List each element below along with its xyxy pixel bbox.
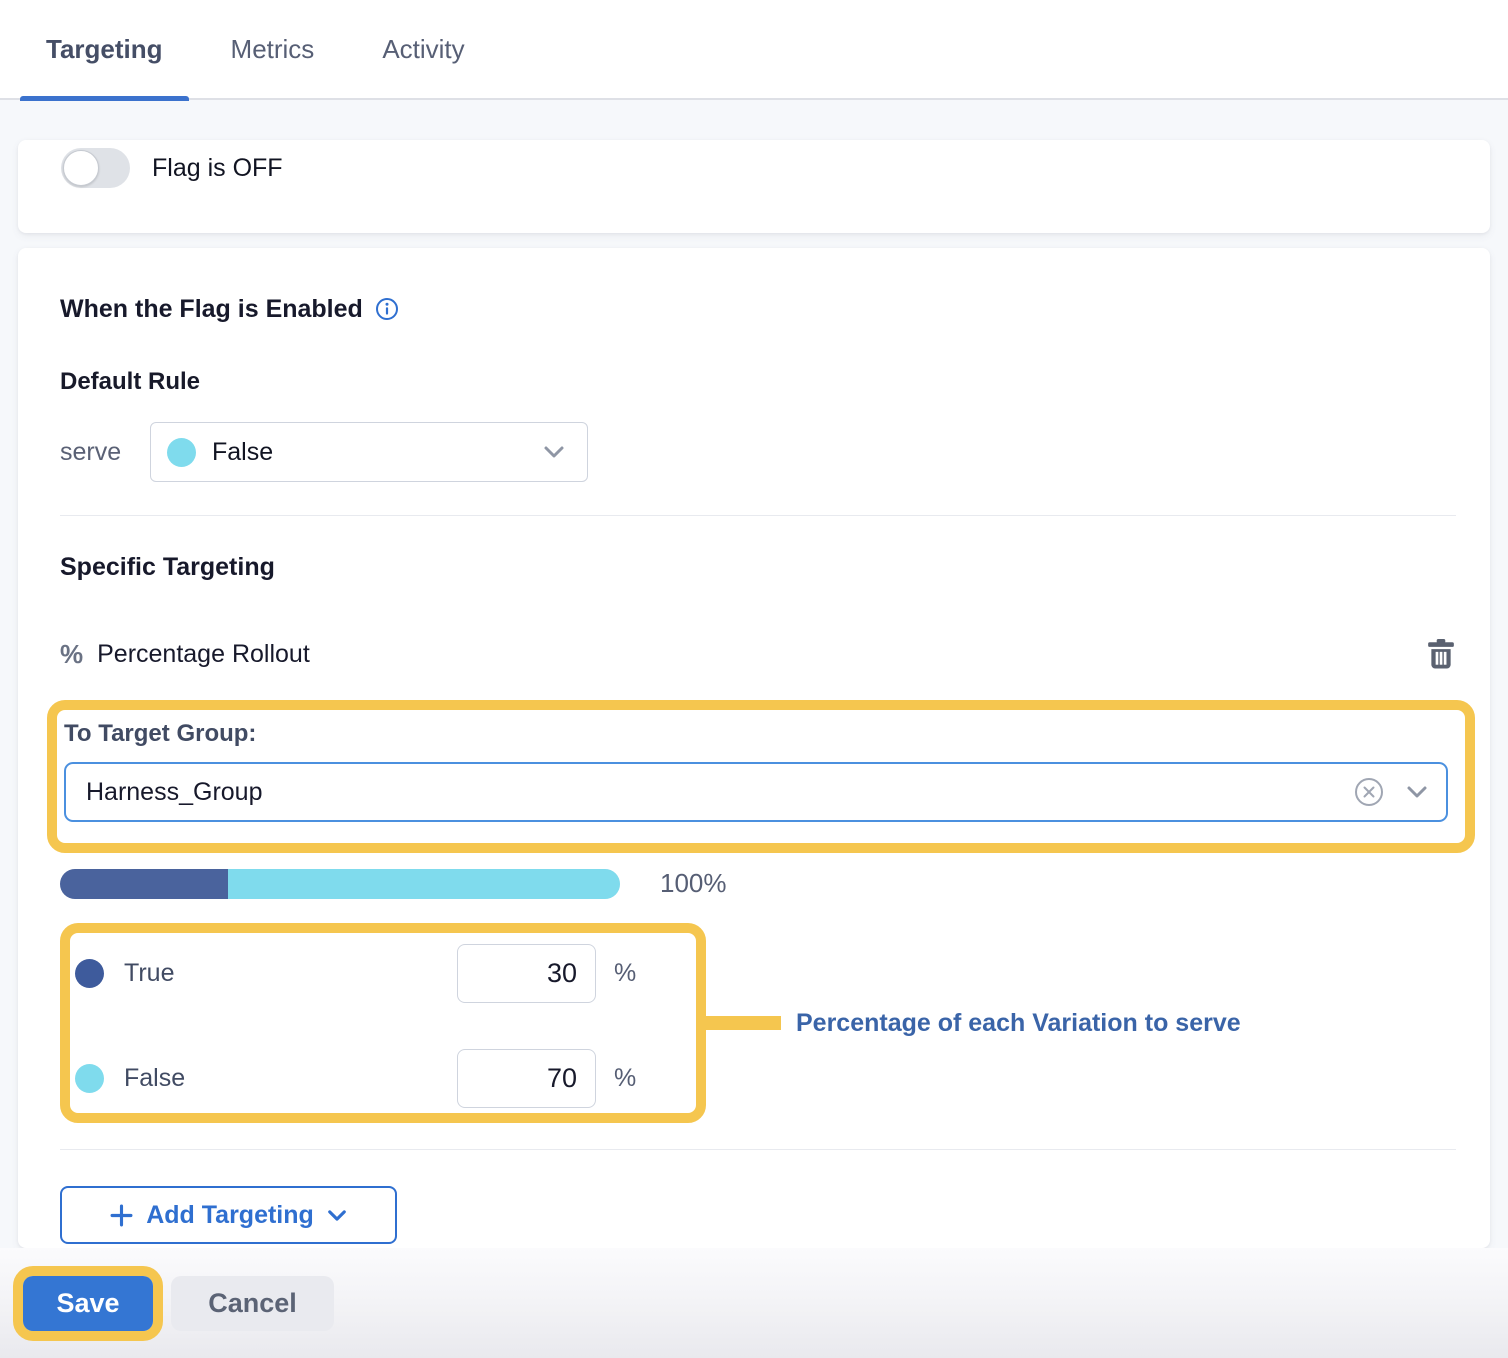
action-footer: Save Cancel — [0, 1248, 1508, 1358]
percentage-rollout-title: Percentage Rollout — [97, 640, 310, 669]
flag-toggle-row: Flag is OFF — [61, 148, 283, 188]
delete-rollout-button[interactable] — [1428, 639, 1454, 669]
tab-metrics[interactable]: Metrics — [205, 0, 341, 99]
percent-icon: % — [60, 639, 83, 670]
page-body: Flag is OFF When the Flag is Enabled Def… — [0, 100, 1508, 1248]
enabled-section-title: When the Flag is Enabled — [60, 295, 363, 324]
chevron-down-icon — [543, 445, 565, 459]
tab-activity-label: Activity — [382, 34, 464, 65]
save-button[interactable]: Save — [23, 1276, 153, 1331]
variation-weight-input-false[interactable] — [457, 1049, 596, 1108]
divider — [60, 515, 1456, 516]
trash-icon — [1428, 639, 1454, 669]
weight-distribution-bar — [60, 869, 620, 899]
target-group-input[interactable] — [86, 778, 1354, 807]
variation-row-true: True % — [75, 943, 638, 1003]
variation-row-false: False % — [75, 1048, 638, 1108]
percent-unit-label: % — [614, 959, 638, 988]
bar-segment-true — [60, 869, 228, 899]
add-targeting-label: Add Targeting — [146, 1201, 314, 1230]
serve-label: serve — [60, 438, 150, 467]
info-icon[interactable] — [375, 297, 399, 321]
variation-weight-input-true[interactable] — [457, 944, 596, 1003]
clear-selection-button[interactable] — [1354, 777, 1384, 807]
default-rule-serve-row: serve False — [60, 422, 1456, 482]
total-percentage-label: 100% — [660, 868, 727, 899]
target-group-label: To Target Group: — [64, 720, 1448, 748]
add-targeting-button[interactable]: Add Targeting — [60, 1186, 397, 1244]
plus-icon — [110, 1204, 133, 1227]
target-group-highlight-box: To Target Group: — [47, 700, 1475, 853]
chevron-down-icon — [327, 1209, 347, 1222]
clear-circle-x-icon — [1354, 777, 1384, 807]
cancel-button[interactable]: Cancel — [171, 1276, 334, 1331]
specific-targeting-heading: Specific Targeting — [60, 553, 1456, 582]
tab-activity[interactable]: Activity — [356, 0, 490, 99]
flag-state-card: Flag is OFF — [18, 140, 1490, 233]
variation-color-dot — [167, 438, 196, 467]
variations-highlight-box: True % False % — [60, 923, 706, 1123]
targeting-rules-card: When the Flag is Enabled Default Rule se… — [18, 248, 1490, 1248]
variation-name: False — [124, 1064, 185, 1093]
default-variation-value: False — [212, 438, 273, 467]
flag-toggle-label: Flag is OFF — [152, 154, 283, 183]
annotation-label: Percentage of each Variation to serve — [796, 1009, 1241, 1038]
tab-targeting[interactable]: Targeting — [20, 0, 189, 99]
divider — [60, 1149, 1456, 1150]
toggle-knob — [63, 150, 99, 186]
tab-metrics-label: Metrics — [231, 34, 315, 65]
chevron-down-icon — [1406, 785, 1428, 799]
default-rule-heading: Default Rule — [60, 368, 1456, 396]
target-group-select[interactable] — [64, 762, 1448, 822]
variation-name: True — [124, 959, 174, 988]
flag-toggle-switch[interactable] — [61, 148, 130, 188]
percent-unit-label: % — [614, 1064, 638, 1093]
tab-bar: Targeting Metrics Activity — [0, 0, 1508, 100]
percentage-rollout-header: % Percentage Rollout — [60, 638, 1456, 670]
target-group-dropdown-button[interactable] — [1406, 785, 1428, 799]
default-variation-select[interactable]: False — [150, 422, 588, 482]
tab-targeting-label: Targeting — [46, 34, 163, 65]
bar-segment-false — [228, 869, 620, 899]
variations-section: True % False % Percentage of each Variat… — [60, 923, 1456, 1123]
save-highlight-ring: Save — [13, 1266, 163, 1341]
annotation-connector-line — [706, 1016, 781, 1030]
variation-color-dot — [75, 959, 104, 988]
variation-color-dot — [75, 1064, 104, 1093]
weight-distribution-row: 100% — [60, 868, 1456, 899]
